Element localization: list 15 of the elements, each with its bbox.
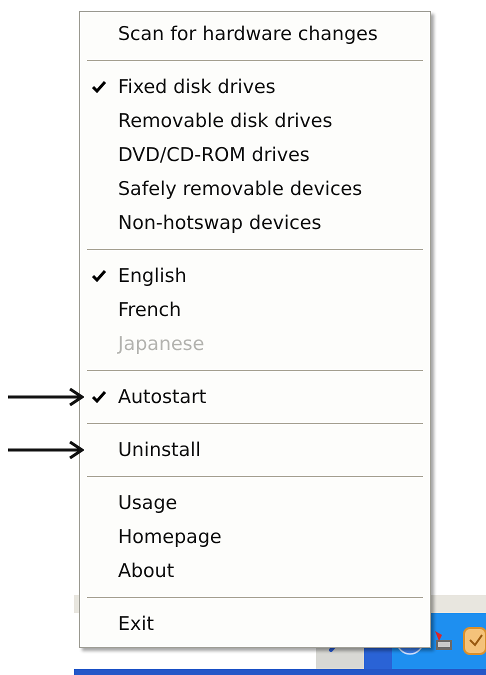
menu-item[interactable]: Exit: [80, 607, 430, 641]
menu-item[interactable]: English: [80, 259, 430, 293]
menu-item[interactable]: Safely removable devices: [80, 172, 430, 206]
menu-item[interactable]: About: [80, 554, 430, 588]
menu-item[interactable]: Usage: [80, 486, 430, 520]
menu-item[interactable]: Fixed disk drives: [80, 70, 430, 104]
menu-item[interactable]: Homepage: [80, 520, 430, 554]
menu-item[interactable]: French: [80, 293, 430, 327]
menu-item[interactable]: Removable disk drives: [80, 104, 430, 138]
menu-item[interactable]: Uninstall: [80, 433, 430, 467]
menu-item[interactable]: DVD/CD-ROM drives: [80, 138, 430, 172]
menu-item[interactable]: Scan for hardware changes: [80, 17, 430, 51]
menu-item[interactable]: Autostart: [80, 380, 430, 414]
tray-app-icon[interactable]: [462, 626, 486, 656]
menu-item[interactable]: Non-hotswap devices: [80, 206, 430, 240]
